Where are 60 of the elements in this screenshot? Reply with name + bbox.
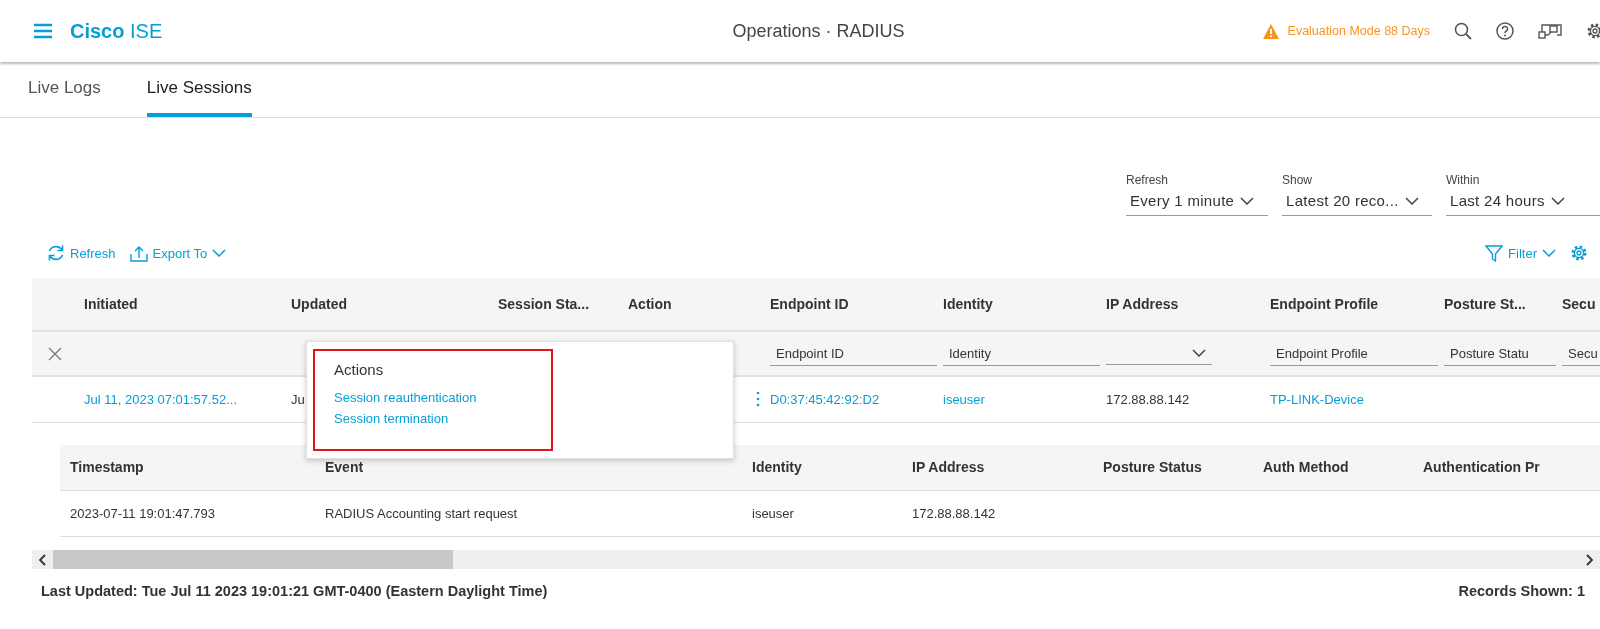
brand-logo: Cisco ISE: [70, 19, 163, 43]
more-icon[interactable]: [756, 391, 760, 408]
scroll-left-icon[interactable]: [38, 553, 47, 566]
field-label: Within: [1446, 173, 1481, 187]
table-cell: 172.88.88.142: [912, 506, 996, 521]
scroll-right-icon[interactable]: [1585, 553, 1594, 566]
filter-field[interactable]: Identity: [943, 341, 1100, 366]
refresh-icon: [47, 244, 65, 262]
tab[interactable]: Live Sessions: [146, 64, 252, 117]
column-header[interactable]: Updated: [291, 278, 498, 331]
column-header: Event: [325, 444, 752, 491]
column-header: Timestamp: [60, 444, 325, 491]
select-dropdown[interactable]: Every 1 minute: [1126, 190, 1268, 216]
column-header[interactable]: Identity: [943, 278, 1106, 331]
filter-field[interactable]: Posture Statu: [1444, 341, 1556, 366]
records-count: Records Shown: 1: [1458, 583, 1585, 599]
column-header[interactable]: Secu: [1562, 278, 1600, 331]
menu-icon[interactable]: [33, 22, 53, 40]
column-header: IP Address: [912, 444, 1103, 491]
remote-screen-icon[interactable]: [1538, 23, 1562, 39]
column-header: Posture Status: [1103, 444, 1263, 491]
tab[interactable]: Live Logs: [28, 64, 101, 117]
column-header[interactable]: Action: [628, 278, 770, 331]
column-header[interactable]: Session Sta...: [498, 278, 628, 331]
filter-field[interactable]: Secu: [1562, 341, 1600, 366]
column-header[interactable]: Endpoint ID: [770, 278, 943, 331]
scrollbar-thumb[interactable]: [53, 550, 453, 569]
column-header[interactable]: IP Address: [1106, 278, 1270, 331]
table-cell: 172.88.88.142: [1106, 391, 1190, 407]
filter-field[interactable]: Endpoint ID: [770, 341, 937, 366]
table-cell: RADIUS Accounting start request: [325, 506, 518, 521]
chevron-down-icon: [1404, 196, 1419, 205]
chevron-down-icon: [1550, 196, 1565, 205]
warning-icon: [1261, 22, 1280, 40]
column-header[interactable]: Posture St...: [1444, 278, 1562, 331]
menu-title: Actions: [334, 361, 385, 378]
last-updated-text: Last Updated: Tue Jul 11 2023 19:01:21 GMT-0400 (Eastern Daylight Time): [41, 583, 548, 599]
field-label: Refresh: [1126, 173, 1170, 187]
select-dropdown[interactable]: Last 24 hours: [1446, 190, 1600, 216]
column-header[interactable]: Initiated: [84, 278, 291, 331]
clear-filter-icon[interactable]: [48, 346, 62, 361]
column-header: Auth Method: [1263, 444, 1423, 491]
upload-icon: [129, 244, 148, 262]
table-cell: 2023-07-11 19:01:47.793: [70, 506, 216, 521]
table-cell: Ju: [291, 391, 305, 407]
chevron-down-icon: [1240, 196, 1255, 205]
chevron-down-icon: [1192, 349, 1206, 357]
settings-icon[interactable]: [1586, 22, 1600, 40]
column-header: Authentication Pr: [1423, 444, 1600, 491]
horizontal-scrollbar[interactable]: [32, 550, 1600, 569]
search-icon[interactable]: [1454, 22, 1472, 40]
select-dropdown[interactable]: Latest 20 reco...: [1282, 190, 1432, 216]
page-title: Operations · RADIUS: [732, 20, 905, 42]
filter-field[interactable]: Endpoint Profile: [1270, 341, 1438, 366]
filter-icon: [1485, 244, 1504, 262]
column-header[interactable]: Endpoint Profile: [1270, 278, 1444, 331]
table-cell: iseuser: [752, 506, 794, 521]
field-label: Show: [1282, 173, 1314, 187]
column-header: Identity: [752, 444, 912, 491]
help-icon[interactable]: [1496, 22, 1514, 40]
